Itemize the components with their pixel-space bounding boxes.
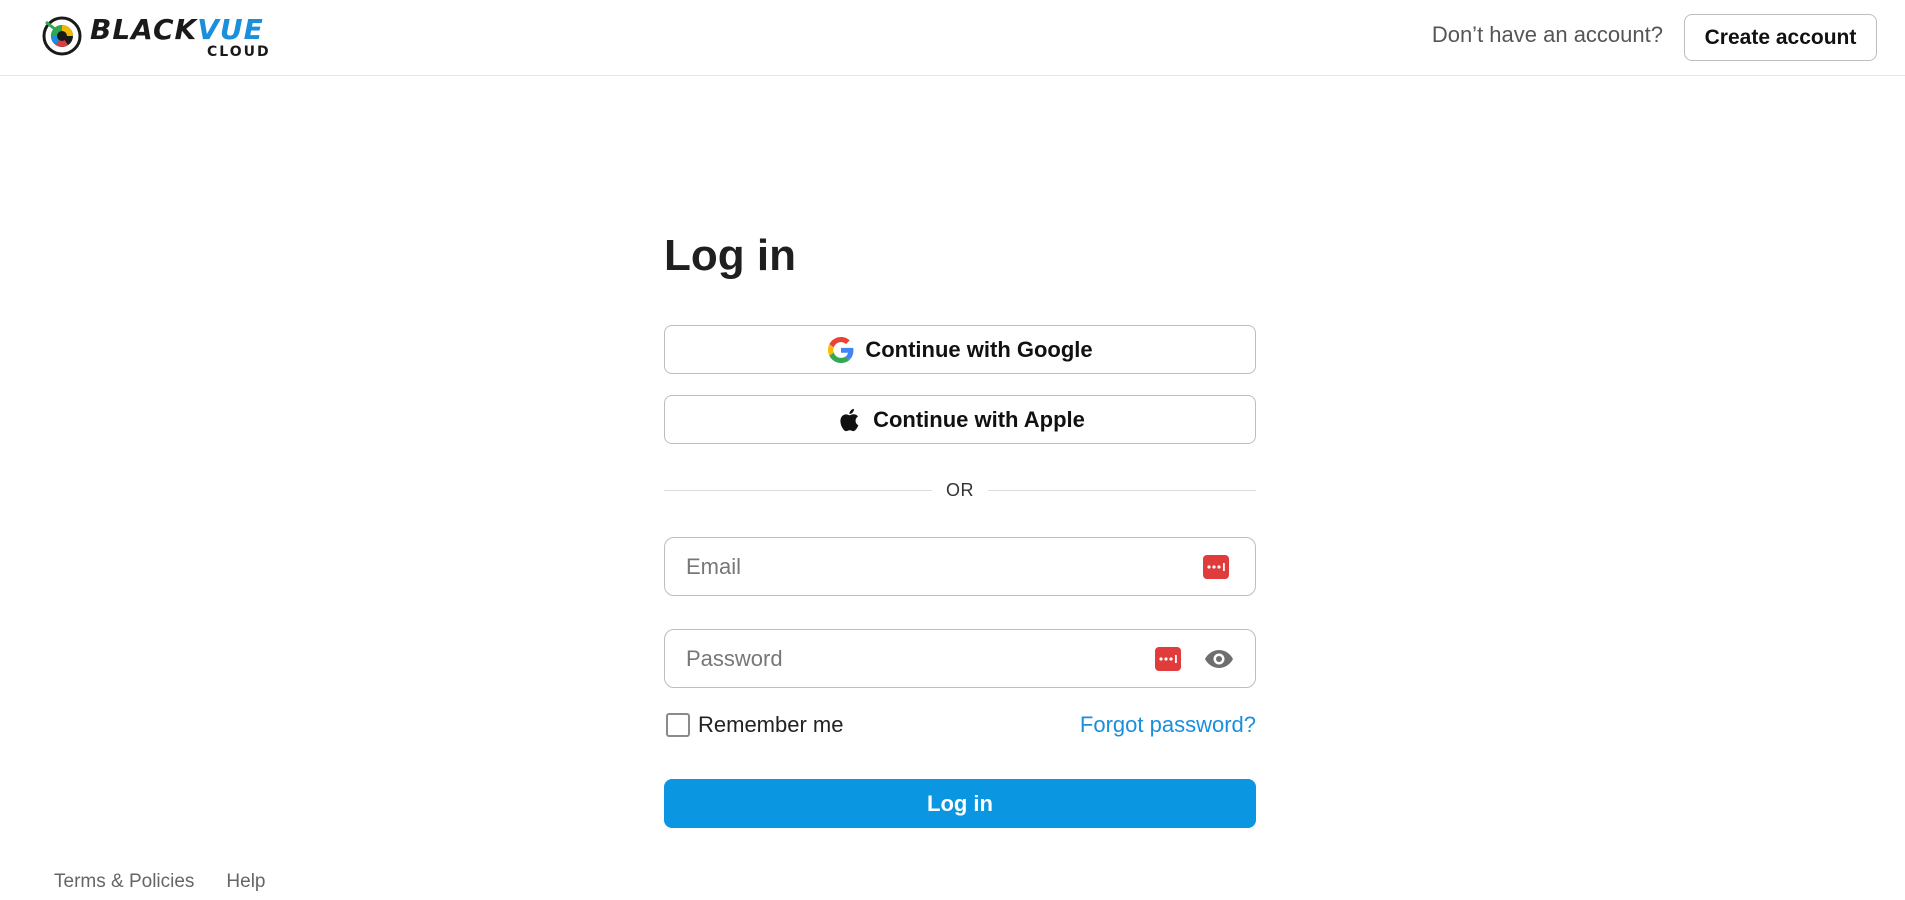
divider-line-left [664, 489, 932, 491]
remember-me-checkbox[interactable] [666, 713, 690, 737]
blackvue-cloud-logo[interactable]: BLACKVUE CLOUD [42, 14, 272, 60]
no-account-prompt: Don’t have an account? [1431, 22, 1663, 47]
google-icon [827, 336, 855, 364]
forgot-password-link[interactable]: Forgot password? [1080, 712, 1256, 738]
logo-wordmark: BLACKVUE [90, 14, 264, 46]
or-text: OR [946, 479, 974, 500]
continue-with-apple-button[interactable]: Continue with Apple [664, 395, 1256, 444]
apple-button-label: Continue with Apple [873, 406, 1085, 432]
blackvue-logo-icon [42, 16, 82, 56]
divider-line-right [988, 489, 1256, 491]
help-link[interactable]: Help [226, 870, 265, 894]
password-manager-icon[interactable] [1203, 555, 1229, 579]
apple-icon [835, 406, 863, 434]
create-account-button[interactable]: Create account [1684, 14, 1877, 61]
email-field-container [664, 537, 1256, 596]
password-manager-icon[interactable] [1155, 647, 1181, 671]
password-field-container [664, 629, 1256, 688]
email-input[interactable] [686, 538, 1146, 595]
log-in-button[interactable]: Log in [664, 779, 1256, 828]
page-title: Log in [664, 231, 796, 280]
logo-subtitle: CLOUD [207, 44, 271, 60]
terms-policies-link[interactable]: Terms & Policies [54, 870, 194, 894]
logo-word-black: BLACK [90, 13, 198, 46]
login-options-row: Remember me Forgot password? [664, 710, 1256, 740]
login-form: Log in Continue with Google Continue wit… [664, 230, 1256, 828]
eye-icon[interactable] [1203, 645, 1235, 673]
or-divider: OR [664, 478, 1256, 502]
continue-with-google-button[interactable]: Continue with Google [664, 325, 1256, 374]
password-input[interactable] [686, 630, 1146, 687]
footer-links: Terms & Policies Help [54, 870, 266, 894]
logo-word-vue: VUE [197, 13, 264, 46]
remember-me-label[interactable]: Remember me [698, 712, 843, 738]
google-button-label: Continue with Google [865, 336, 1093, 362]
top-header: BLACKVUE CLOUD Don’t have an account? Cr… [0, 0, 1905, 76]
